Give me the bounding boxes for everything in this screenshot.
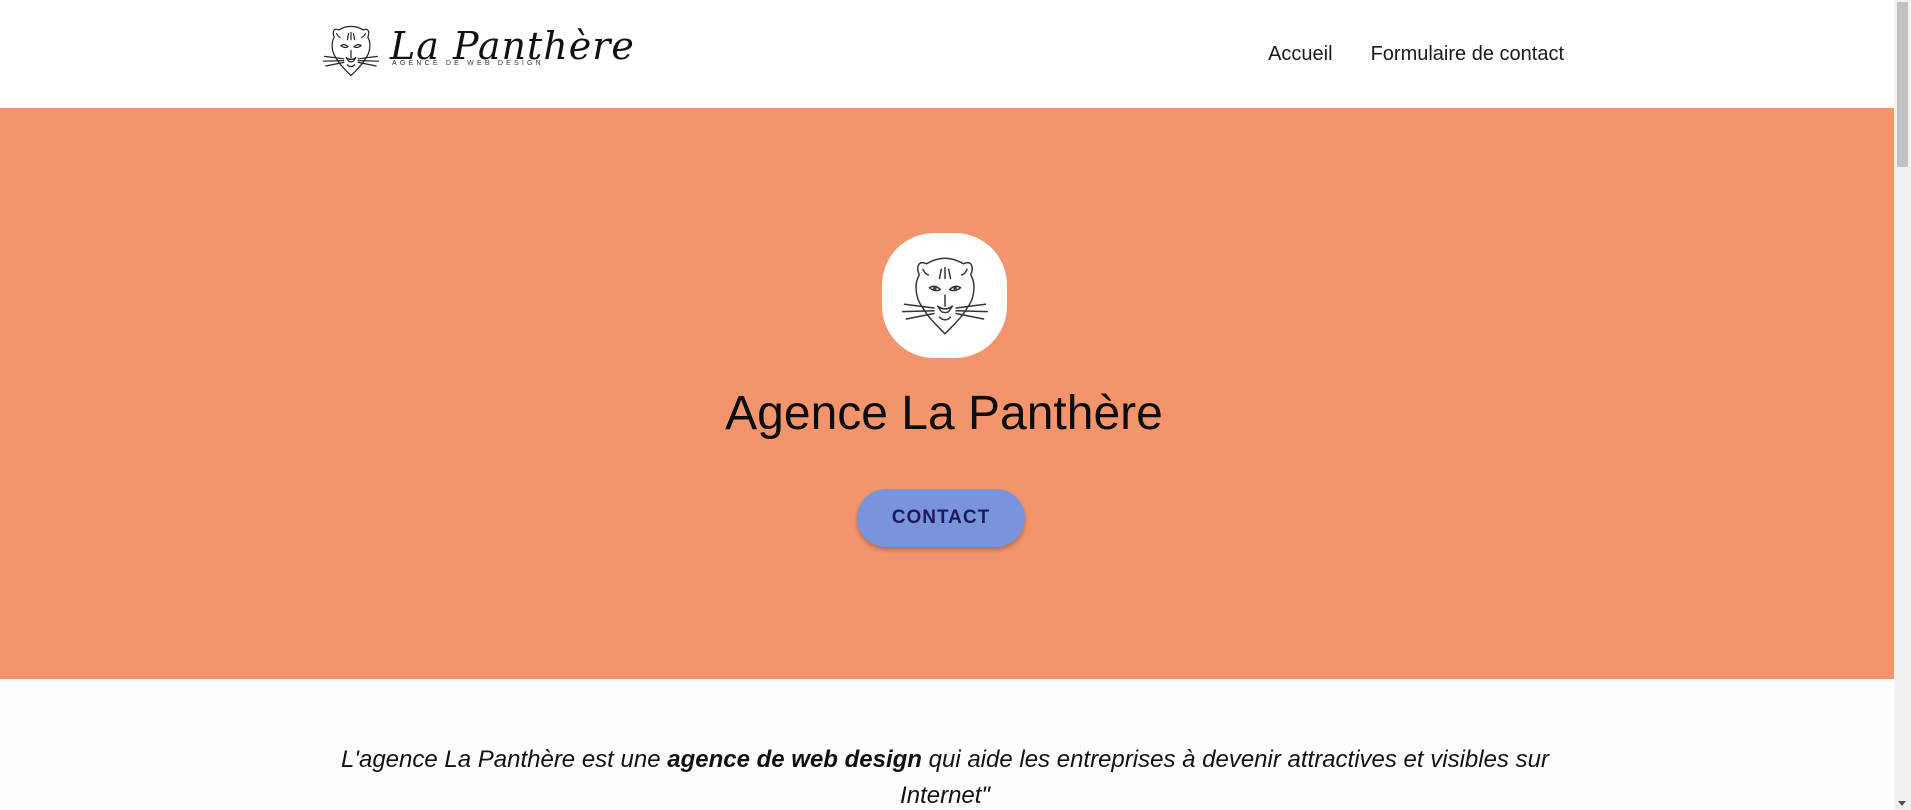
logo-tagline: AGENCE DE WEB DESIGN	[392, 60, 544, 67]
site-header: La Panthère AGENCE DE WEB DESIGN Accueil…	[0, 0, 1894, 108]
scroll-down-arrow-icon[interactable]	[1898, 801, 1906, 806]
logo-wordmark: La Panthère AGENCE DE WEB DESIGN	[390, 24, 634, 78]
nav-link-accueil[interactable]: Accueil	[1268, 43, 1332, 66]
site-logo[interactable]: La Panthère AGENCE DE WEB DESIGN	[320, 24, 634, 78]
vertical-scrollbar[interactable]	[1894, 0, 1911, 810]
intro-text-part1: L'agence La Panthère est une	[341, 746, 668, 773]
hero-logo-badge	[882, 233, 1007, 358]
contact-button[interactable]: CONTACT	[857, 489, 1025, 547]
panther-head-icon	[901, 257, 988, 334]
panther-head-icon	[322, 25, 380, 77]
intro-text-part2: qui aide les entreprises à devenir attra…	[900, 746, 1549, 809]
main-nav: Accueil Formulaire de contact	[1268, 0, 1564, 108]
intro-paragraph: L'agence La Panthère est une agence de w…	[330, 742, 1560, 810]
nav-link-contact-form[interactable]: Formulaire de contact	[1371, 43, 1564, 66]
hero-section: Agence La Panthère CONTACT	[0, 108, 1894, 679]
intro-section: L'agence La Panthère est une agence de w…	[0, 679, 1894, 810]
hero-title: Agence La Panthère	[725, 387, 1163, 440]
intro-text-bold: agence de web design	[667, 746, 922, 773]
page: La Panthère AGENCE DE WEB DESIGN Accueil…	[0, 0, 1911, 810]
scrollbar-thumb[interactable]	[1897, 2, 1908, 167]
